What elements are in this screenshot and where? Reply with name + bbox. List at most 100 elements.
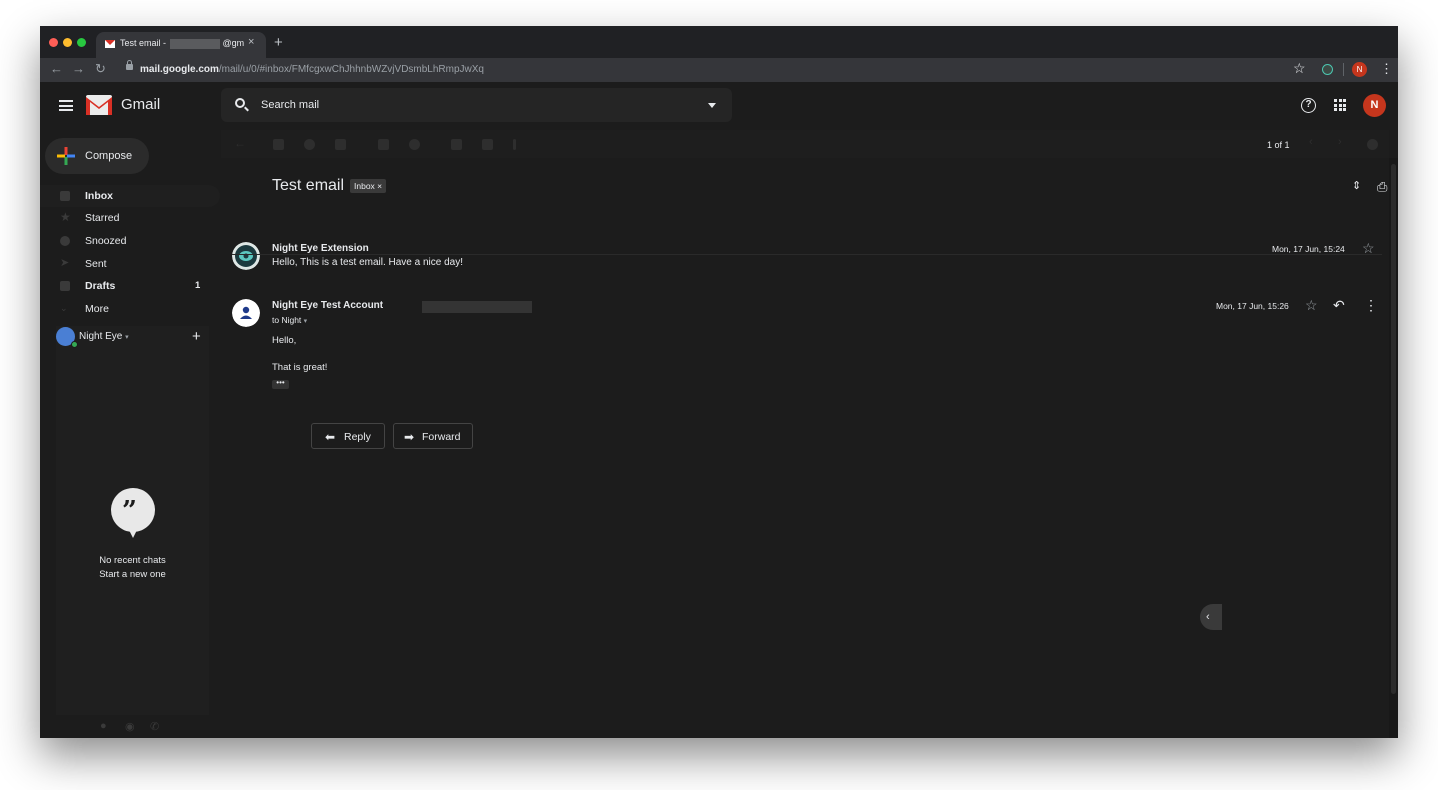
reply-label: Reply: [344, 431, 371, 443]
draft-icon: [60, 281, 70, 291]
delete-icon[interactable]: [335, 139, 346, 150]
reload-icon[interactable]: ↻: [95, 61, 106, 77]
back-arrow-icon[interactable]: ←: [50, 61, 63, 76]
browser-window: Test email - @gm × + ← → ↻ mail.google.c…: [40, 26, 1398, 738]
label-icon[interactable]: [482, 139, 493, 150]
print-icon[interactable]: ⎙: [1377, 179, 1387, 195]
compose-plus-icon: [57, 147, 75, 165]
snooze-icon[interactable]: [409, 139, 420, 150]
sidebar-item-starred[interactable]: ★ Starred: [40, 207, 220, 229]
contacts-person-icon[interactable]: ●: [100, 720, 107, 732]
message-recipient[interactable]: to Night ▾: [272, 315, 307, 325]
sidebar-item-sent[interactable]: ➤ Sent: [40, 253, 220, 275]
sidebar-item-snoozed[interactable]: Snoozed: [40, 230, 220, 252]
star-icon[interactable]: ☆: [1305, 297, 1318, 314]
gmail-header: Gmail Search mail ? N: [40, 82, 1398, 130]
newer-chevron-icon[interactable]: ‹: [1309, 136, 1320, 148]
browser-menu-icon[interactable]: ⋮: [1380, 61, 1393, 77]
maximize-window-button[interactable]: [77, 38, 86, 47]
message-view: ← 1 of 1 ‹ › Test email Inbox × ⇕ ⎙ ↗: [221, 130, 1398, 738]
compose-button[interactable]: Compose: [45, 138, 149, 174]
forward-label: Forward: [422, 431, 461, 443]
close-window-button[interactable]: [49, 38, 58, 47]
forward-button[interactable]: ➡ Forward: [393, 423, 473, 449]
forward-arrow-icon: ➡: [404, 430, 415, 444]
hangouts-user-name[interactable]: Night Eye ▾: [79, 331, 129, 342]
move-to-icon[interactable]: [451, 139, 462, 150]
search-bar[interactable]: Search mail: [221, 88, 732, 122]
expand-all-icon[interactable]: ⇕: [1352, 179, 1361, 192]
search-icon[interactable]: [235, 98, 245, 108]
mark-unread-icon[interactable]: [378, 139, 389, 150]
more-vert-icon[interactable]: ⋮: [1364, 297, 1378, 314]
browser-tab[interactable]: Test email - @gm ×: [96, 32, 266, 58]
sidebar-item-more[interactable]: ⌄ More: [40, 298, 220, 320]
show-trimmed-content-button[interactable]: •••: [272, 379, 289, 389]
app-name: Gmail: [121, 96, 161, 113]
toolbar-divider: [1343, 63, 1344, 76]
pagination-text: 1 of 1: [1267, 140, 1290, 150]
night-eye-extension-avatar: [232, 242, 260, 270]
settings-gear-icon[interactable]: [1367, 139, 1378, 150]
older-chevron-icon[interactable]: ›: [1338, 136, 1349, 148]
message-date: Mon, 17 Jun, 15:24: [1272, 244, 1345, 254]
account-avatar[interactable]: N: [1363, 94, 1386, 117]
sidebar-item-label: Snoozed: [85, 235, 127, 247]
profile-avatar[interactable]: N: [1352, 62, 1367, 77]
help-icon[interactable]: ?: [1301, 98, 1316, 113]
more-options-icon[interactable]: [513, 139, 516, 150]
reply-icon[interactable]: ↶: [1333, 297, 1345, 314]
message-sender[interactable]: Night Eye Extension: [272, 243, 369, 254]
quote-marks-icon: ”: [122, 496, 137, 526]
archive-icon[interactable]: [273, 139, 284, 150]
sidebar-item-label: Inbox: [85, 190, 113, 202]
message-date: Mon, 17 Jun, 15:26: [1216, 301, 1289, 311]
redacted-email: [170, 39, 220, 49]
online-status-dot: [71, 341, 78, 348]
sidebar-item-label: Starred: [85, 212, 120, 224]
minimize-window-button[interactable]: [63, 38, 72, 47]
extension-icon[interactable]: [1322, 64, 1333, 75]
sidebar-item-inbox[interactable]: Inbox: [40, 185, 220, 207]
sidebar-item-label: Sent: [85, 258, 107, 270]
search-options-chevron-down-icon[interactable]: [708, 103, 716, 108]
forward-arrow-icon[interactable]: →: [72, 61, 85, 76]
clock-icon: [60, 236, 70, 246]
message-body-line: Hello,: [272, 335, 297, 346]
redacted-email: [422, 301, 532, 313]
address-bar[interactable]: mail.google.com/mail/u/0/#inbox/FMfcgxwC…: [140, 64, 484, 75]
google-apps-icon[interactable]: [1334, 99, 1346, 111]
new-tab-button[interactable]: +: [274, 34, 283, 51]
sidebar-item-drafts[interactable]: Drafts 1: [40, 275, 220, 297]
main-menu-icon[interactable]: [59, 100, 73, 111]
star-icon: ★: [60, 210, 71, 224]
scrollbar-thumb[interactable]: [1391, 164, 1396, 694]
inbox-label-chip[interactable]: Inbox ×: [350, 179, 387, 193]
sender-avatar: [232, 299, 260, 327]
side-panel-toggle-chevron-icon[interactable]: ‹: [1200, 604, 1222, 630]
sidebar-item-label: More: [85, 303, 109, 315]
lock-icon: [126, 60, 133, 70]
no-recent-chats-text: No recent chats: [99, 555, 166, 566]
sidebar-item-label: Drafts: [85, 280, 116, 292]
compose-label: Compose: [85, 150, 133, 162]
message-snippet[interactable]: Hello, This is a test email. Have a nice…: [272, 257, 463, 268]
message-sender[interactable]: Night Eye Test Account: [272, 300, 383, 311]
send-icon: ➤: [60, 257, 70, 269]
browser-toolbar: ← → ↻ mail.google.com/mail/u/0/#inbox/FM…: [40, 58, 1398, 82]
reply-button[interactable]: ⬅ Reply: [311, 423, 385, 449]
bookmark-star-icon[interactable]: ☆: [1293, 60, 1306, 77]
hangouts-chat-icon[interactable]: ◉: [125, 720, 135, 733]
search-input[interactable]: Search mail: [261, 99, 319, 111]
start-new-chat-link[interactable]: Start a new one: [56, 569, 209, 580]
new-chat-plus-icon[interactable]: +: [192, 328, 201, 345]
message-divider: [232, 254, 1382, 255]
reply-arrow-icon: ⬅: [325, 430, 336, 444]
tab-close-icon[interactable]: ×: [248, 36, 254, 48]
drafts-count-badge: 1: [195, 280, 201, 291]
phone-icon[interactable]: ✆: [150, 720, 159, 733]
chevron-down-icon: ⌄: [60, 303, 68, 313]
message-toolbar: ← 1 of 1 ‹ ›: [221, 130, 1389, 158]
report-spam-icon[interactable]: [304, 139, 315, 150]
back-to-inbox-icon[interactable]: ←: [234, 136, 246, 150]
